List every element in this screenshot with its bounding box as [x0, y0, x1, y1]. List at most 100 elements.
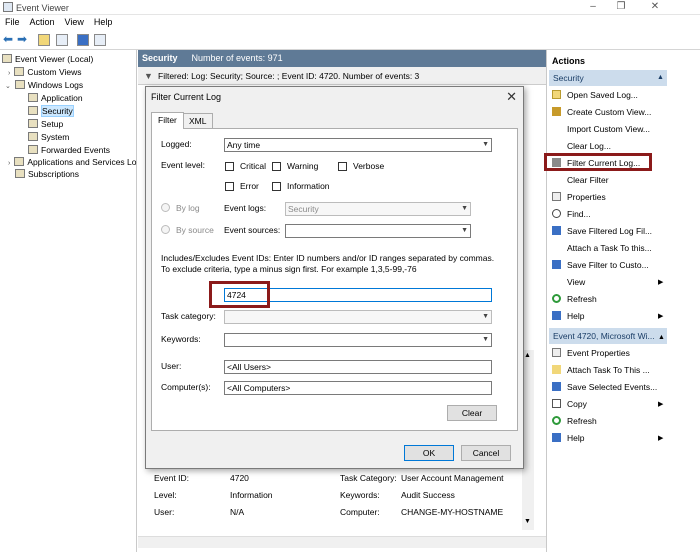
action-clear-log[interactable]: Clear Log...: [549, 138, 667, 154]
event-properties-icon: [552, 348, 561, 357]
action-copy-label: Copy: [567, 399, 587, 409]
tree-subscriptions[interactable]: Subscriptions: [15, 168, 79, 180]
clear-filter-icon: [552, 175, 561, 184]
tree-root[interactable]: Event Viewer (Local): [2, 53, 93, 65]
horizontal-scrollbar[interactable]: [138, 536, 546, 548]
verbose-checkbox[interactable]: [338, 162, 347, 171]
action-attach-task-event[interactable]: Attach Task To This ...: [549, 362, 667, 378]
event-logs-select[interactable]: Security ▼: [285, 202, 471, 216]
information-checkbox[interactable]: [272, 182, 281, 191]
highlight-event-id: [209, 281, 270, 308]
tree-system[interactable]: System: [28, 131, 69, 143]
actions-pane: Actions Security ▲ Open Saved Log... Cre…: [546, 50, 700, 552]
by-log-label: By log: [176, 203, 200, 213]
action-help[interactable]: Help: [549, 308, 667, 324]
import-icon: [552, 124, 561, 133]
back-arrow-icon[interactable]: ⬅: [3, 32, 13, 46]
menu-help[interactable]: Help: [89, 15, 118, 29]
action-refresh[interactable]: Refresh: [549, 291, 667, 307]
tab-xml[interactable]: XML: [182, 113, 214, 129]
view-icon: [552, 277, 561, 286]
event-logs-value: Security: [288, 204, 319, 214]
clear-button[interactable]: Clear: [447, 405, 497, 421]
warning-checkbox[interactable]: [272, 162, 281, 171]
window-title: Event Viewer: [16, 3, 69, 13]
cancel-button[interactable]: Cancel: [461, 445, 511, 461]
action-clear-log-label: Clear Log...: [567, 141, 611, 151]
clear-log-icon: [552, 141, 561, 150]
maximize-button[interactable]: ❐: [606, 1, 636, 13]
event-viewer-icon: [2, 54, 12, 63]
actions-section-security[interactable]: Security: [549, 70, 667, 86]
tree-apps-services[interactable]: › Applications and Services Lo: [8, 156, 137, 168]
critical-checkbox[interactable]: [225, 162, 234, 171]
scroll-up-icon[interactable]: ▲: [524, 352, 531, 359]
help-icon[interactable]: [77, 34, 89, 46]
filter-bar: ▼ Filtered: Log: Security; Source: ; Eve…: [138, 67, 546, 85]
event-id-instructions: Includes/Excludes Event IDs: Enter ID nu…: [161, 253, 495, 274]
error-checkbox[interactable]: [225, 182, 234, 191]
menu-file[interactable]: File: [0, 15, 25, 29]
folder-open-icon: [552, 90, 561, 99]
save-icon: [552, 382, 561, 391]
task-category-select[interactable]: ▼: [224, 310, 492, 324]
tree-custom-views[interactable]: › Custom Views: [8, 66, 82, 78]
collapse-up-icon[interactable]: ▲: [658, 334, 665, 341]
action-refresh-label: Refresh: [567, 294, 597, 304]
dialog-close-button[interactable]: ✕: [506, 89, 517, 105]
action-save-filtered-log[interactable]: Save Filtered Log Fil...: [549, 223, 667, 239]
actions-section-event[interactable]: Event 4720, Microsoft Wi...: [549, 328, 667, 344]
scroll-down-icon[interactable]: ▼: [524, 518, 531, 525]
actions-section-event-label: Event 4720, Microsoft Wi...: [553, 331, 655, 341]
action-view-label: View: [567, 277, 586, 287]
action-create-custom-view[interactable]: Create Custom View...: [549, 104, 667, 120]
action-attach-task-log[interactable]: Attach a Task To this...: [549, 240, 667, 256]
close-window-button[interactable]: ✕: [640, 1, 670, 13]
tree-security[interactable]: Security: [28, 105, 74, 117]
tree-application[interactable]: Application: [28, 92, 83, 104]
tree-security-label: Security: [41, 105, 74, 117]
log-header-name: Security: [142, 53, 178, 63]
tree-application-label: Application: [41, 93, 83, 103]
user-input[interactable]: <All Users>: [224, 360, 492, 374]
tab-filter[interactable]: Filter: [151, 112, 184, 129]
action-import-custom-view[interactable]: Import Custom View...: [549, 121, 667, 137]
copy-submenu-arrow-icon: ▶: [658, 401, 664, 408]
tree-subscriptions-label: Subscriptions: [28, 169, 80, 179]
action-save-selected-events[interactable]: Save Selected Events...: [549, 379, 667, 395]
action-save-selected-events-label: Save Selected Events...: [567, 382, 658, 392]
action-properties[interactable]: Properties: [549, 189, 667, 205]
logged-select[interactable]: Any time ▼: [224, 138, 492, 152]
action-refresh-event[interactable]: Refresh: [549, 413, 667, 429]
by-log-radio[interactable]: [161, 203, 170, 212]
action-clear-filter[interactable]: Clear Filter: [549, 172, 667, 188]
action-open-saved-log[interactable]: Open Saved Log...: [549, 87, 667, 103]
event-sources-select[interactable]: ▼: [285, 224, 471, 238]
action-copy[interactable]: Copy: [549, 396, 667, 412]
action-view[interactable]: View: [549, 274, 667, 290]
log-icon: [28, 132, 38, 141]
action-find-label: Find...: [567, 209, 591, 219]
show-hide-tree-icon[interactable]: [56, 34, 68, 46]
folder-icon: [14, 67, 25, 76]
tree-windows-logs[interactable]: ⌄ Windows Logs: [5, 79, 83, 91]
minimize-button[interactable]: –: [578, 1, 608, 13]
collapse-up-icon[interactable]: ▲: [657, 74, 664, 81]
folder-up-icon[interactable]: [38, 34, 50, 46]
properties-icon[interactable]: [94, 34, 106, 46]
forward-arrow-icon[interactable]: ➡: [17, 32, 27, 46]
ok-button[interactable]: OK: [404, 445, 454, 461]
action-save-filter-custom[interactable]: Save Filter to Custo...: [549, 257, 667, 273]
by-source-radio[interactable]: [161, 225, 170, 234]
computers-input[interactable]: <All Computers>: [224, 381, 492, 395]
tree-forwarded-events[interactable]: Forwarded Events: [28, 144, 110, 156]
action-find[interactable]: Find...: [549, 206, 667, 222]
warning-label: Warning: [287, 161, 319, 171]
menu-action[interactable]: Action: [25, 15, 60, 29]
tree-setup[interactable]: Setup: [28, 118, 63, 130]
action-help-event[interactable]: Help: [549, 430, 667, 446]
menu-view[interactable]: View: [60, 15, 89, 29]
action-event-properties[interactable]: Event Properties: [549, 345, 667, 361]
keywords-select[interactable]: ▼: [224, 333, 492, 347]
help-event-submenu-arrow-icon: ▶: [658, 435, 664, 442]
